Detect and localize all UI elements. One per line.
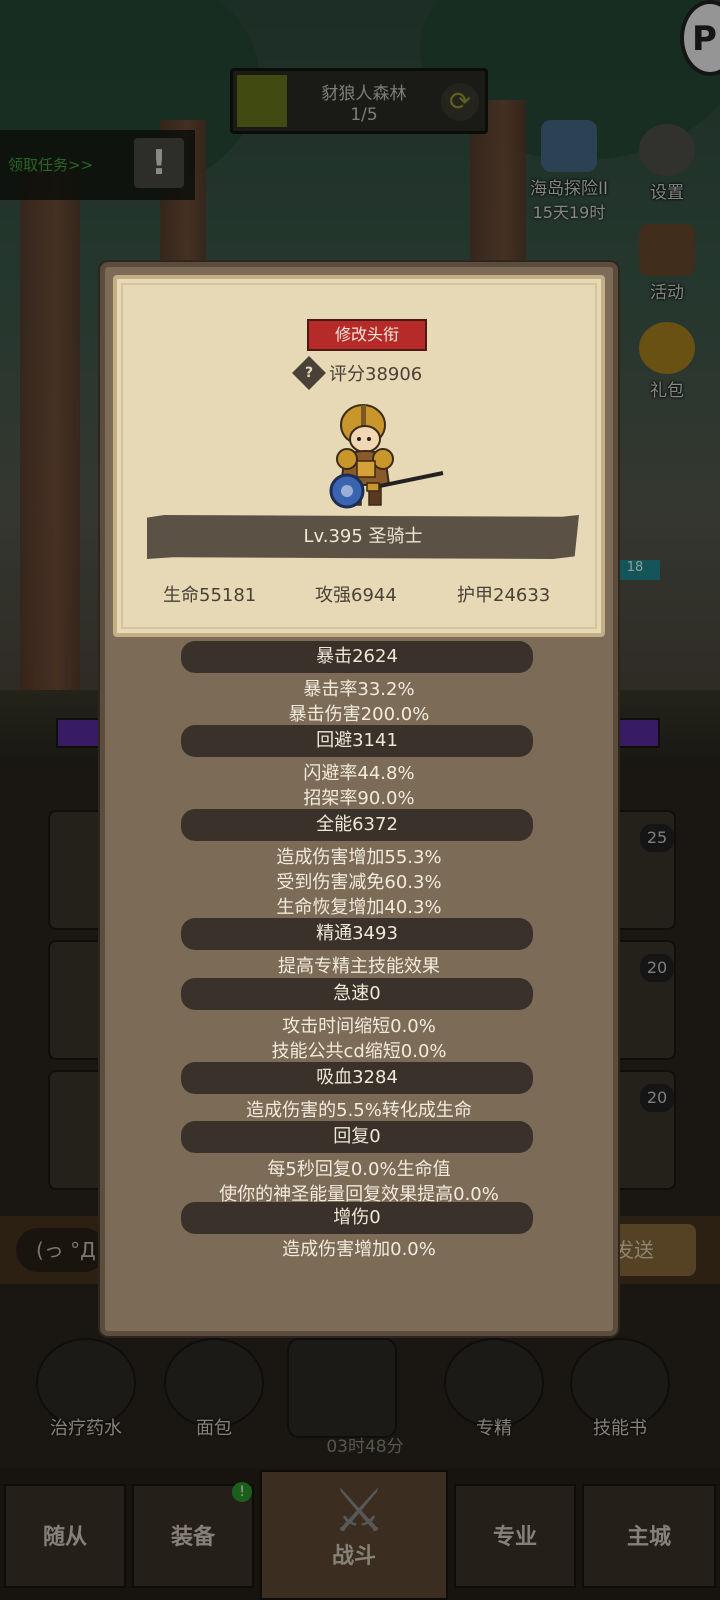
- paladin-sprite: [329, 404, 444, 509]
- stat-header-avoidance: 回避3141: [181, 725, 533, 757]
- hp-stat: 生命55181: [163, 585, 257, 606]
- stat-header-damage-bonus: 增伤0: [181, 1202, 533, 1234]
- stat-line: 技能公共cd缩短0.0%: [271, 1041, 447, 1062]
- stat-line: 暴击伤害200.0%: [288, 704, 430, 725]
- stat-header-mastery: 精通3493: [181, 918, 533, 950]
- stat-header-lifesteal: 吸血3284: [181, 1062, 533, 1094]
- attack-stat: 攻强6944: [315, 585, 397, 606]
- stat-line: 攻击时间缩短0.0%: [282, 1016, 436, 1037]
- score-row: ? 评分38906: [292, 356, 457, 390]
- score-value: 评分38906: [329, 364, 423, 385]
- stat-header-haste: 急速0: [181, 978, 533, 1010]
- character-stats-panel: 修改头衔 ? 评分38906 Lv.395 圣骑士 生命55181 攻强6944…: [100, 262, 618, 1336]
- stat-line: 提高专精主技能效果: [278, 956, 440, 977]
- stat-line: 招架率90.0%: [303, 788, 415, 809]
- stat-line: 受到伤害减免60.3%: [276, 872, 442, 893]
- stat-header-regen: 回复0: [181, 1121, 533, 1153]
- stat-line: 每5秒回复0.0%生命值: [267, 1159, 451, 1180]
- class-level-banner: Lv.395 圣骑士: [147, 515, 579, 559]
- stat-header-versatility: 全能6372: [181, 809, 533, 841]
- stat-line: 生命恢复增加40.3%: [276, 897, 442, 918]
- stat-line: 造成伤害增加0.0%: [282, 1239, 436, 1260]
- stat-line: 闪避率44.8%: [303, 763, 415, 784]
- stat-line: 造成伤害增加55.3%: [276, 847, 442, 868]
- stat-line: 暴击率33.2%: [303, 679, 415, 700]
- stat-header-crit: 暴击2624: [181, 641, 533, 673]
- stat-line: 造成伤害的5.5%转化成生命: [246, 1100, 472, 1121]
- character-card: 修改头衔 ? 评分38906 Lv.395 圣骑士 生命55181 攻强6944…: [113, 275, 605, 637]
- armor-stat: 护甲24633: [457, 585, 551, 606]
- edit-title-button[interactable]: 修改头衔: [307, 319, 427, 351]
- help-icon[interactable]: ?: [292, 356, 326, 390]
